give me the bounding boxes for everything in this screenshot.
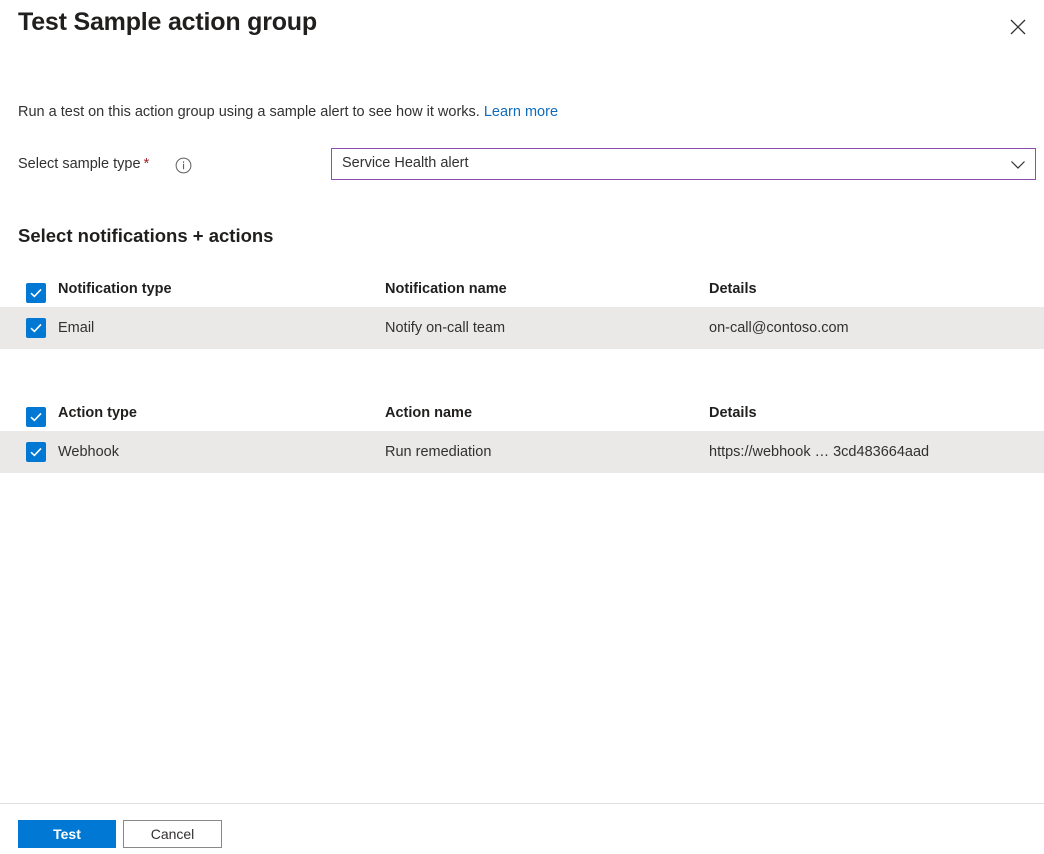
- intro-text: Run a test on this action group using a …: [18, 102, 558, 122]
- sample-type-label-text: Select sample type: [18, 156, 141, 172]
- info-circle-icon[interactable]: [175, 157, 192, 174]
- intro-description: Run a test on this action group using a …: [18, 104, 480, 120]
- column-header-notification-type: Notification type: [58, 281, 378, 307]
- table-row[interactable]: Webhook Run remediation https://webhook …: [0, 431, 1044, 473]
- column-header-action-name: Action name: [385, 405, 705, 431]
- test-button[interactable]: Test: [18, 820, 116, 848]
- row-checkbox[interactable]: [26, 318, 46, 338]
- actions-select-all-checkbox[interactable]: [26, 407, 46, 427]
- column-header-notification-details: Details: [709, 281, 1039, 307]
- page-title: Test Sample action group: [18, 8, 317, 37]
- sample-type-field-row: Select sample type* Service Health alert: [0, 148, 1044, 188]
- notifications-table: Notification type Notification name Deta…: [0, 281, 1044, 349]
- cell-action-type: Webhook: [58, 431, 378, 473]
- required-marker: *: [144, 155, 150, 172]
- panel-header: Test Sample action group: [0, 0, 1044, 60]
- table-row[interactable]: Email Notify on-call team on-call@contos…: [0, 307, 1044, 349]
- footer-action-bar: Test Cancel: [0, 804, 1044, 854]
- cell-notification-type: Email: [58, 307, 378, 349]
- notifications-select-all-checkbox[interactable]: [26, 283, 46, 303]
- column-header-notification-name: Notification name: [385, 281, 705, 307]
- cell-action-name: Run remediation: [385, 431, 705, 473]
- sample-type-label: Select sample type*: [18, 155, 149, 172]
- chevron-down-icon: [1010, 158, 1026, 172]
- close-icon: [1008, 17, 1028, 37]
- sample-type-dropdown[interactable]: Service Health alert: [331, 148, 1036, 180]
- sample-type-selected-value: Service Health alert: [342, 155, 469, 171]
- notifications-header-row: Notification type Notification name Deta…: [0, 281, 1044, 307]
- cell-notification-details: on-call@contoso.com: [709, 307, 1039, 349]
- cell-action-details: https://webhook … 3cd483664aad: [709, 431, 1039, 473]
- close-button[interactable]: [1002, 11, 1034, 43]
- actions-header-row: Action type Action name Details: [0, 405, 1044, 431]
- cancel-button[interactable]: Cancel: [123, 820, 222, 848]
- row-checkbox[interactable]: [26, 442, 46, 462]
- column-header-action-type: Action type: [58, 405, 378, 431]
- column-header-action-details: Details: [709, 405, 1039, 431]
- actions-table: Action type Action name Details Webhook …: [0, 405, 1044, 473]
- learn-more-link[interactable]: Learn more: [484, 104, 558, 120]
- cell-notification-name: Notify on-call team: [385, 307, 705, 349]
- section-heading: Select notifications + actions: [18, 225, 273, 247]
